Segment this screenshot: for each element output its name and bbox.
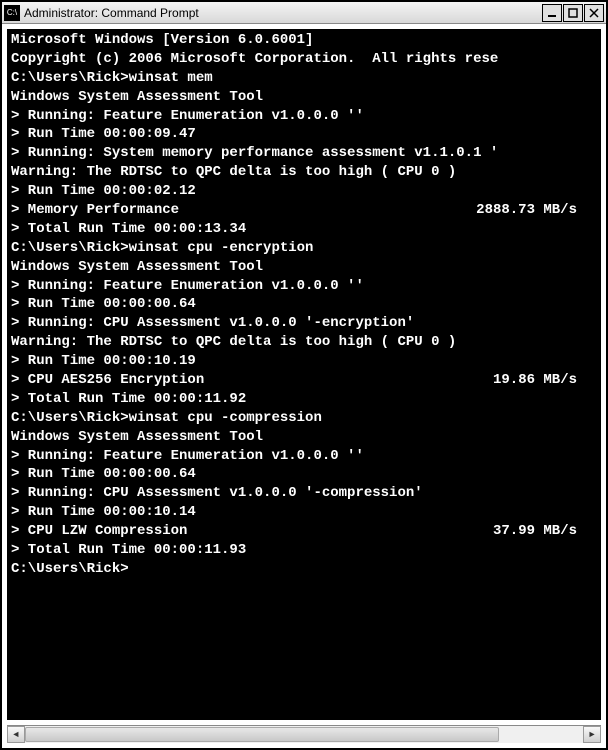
terminal-line: Copyright (c) 2006 Microsoft Corporation… [11, 50, 597, 69]
terminal-line: > Run Time 00:00:00.64 [11, 465, 597, 484]
terminal-line: C:\Users\Rick> [11, 560, 597, 579]
horizontal-scrollbar[interactable]: ◄ ► [7, 725, 601, 743]
terminal-line: > Memory Performance2888.73 MB/s [11, 201, 597, 220]
terminal-output[interactable]: Microsoft Windows [Version 6.0.6001]Copy… [7, 29, 601, 720]
terminal-line: > Running: CPU Assessment v1.0.0.0 '-com… [11, 484, 597, 503]
terminal-line: C:\Users\Rick>winsat cpu -encryption [11, 239, 597, 258]
cmd-icon: C:\ [4, 5, 20, 21]
scroll-track[interactable] [25, 726, 583, 743]
window-controls [541, 4, 604, 22]
terminal-line: Warning: The RDTSC to QPC delta is too h… [11, 163, 597, 182]
terminal-line: > Run Time 00:00:02.12 [11, 182, 597, 201]
terminal-line: Microsoft Windows [Version 6.0.6001] [11, 31, 597, 50]
command-prompt-window: C:\ Administrator: Command Prompt Micros… [0, 0, 608, 750]
scroll-left-button[interactable]: ◄ [7, 726, 25, 743]
terminal-line: C:\Users\Rick>winsat cpu -compression [11, 409, 597, 428]
terminal-line: > Running: Feature Enumeration v1.0.0.0 … [11, 447, 597, 466]
terminal-line: Windows System Assessment Tool [11, 88, 597, 107]
terminal-line: > Running: Feature Enumeration v1.0.0.0 … [11, 277, 597, 296]
minimize-icon [547, 8, 557, 18]
maximize-button[interactable] [563, 4, 583, 22]
terminal-line: C:\Users\Rick>winsat mem [11, 69, 597, 88]
terminal-line: Windows System Assessment Tool [11, 428, 597, 447]
maximize-icon [568, 8, 578, 18]
scroll-right-button[interactable]: ► [583, 726, 601, 743]
titlebar[interactable]: C:\ Administrator: Command Prompt [2, 2, 606, 24]
close-button[interactable] [584, 4, 604, 22]
terminal-line: Windows System Assessment Tool [11, 258, 597, 277]
terminal-line: > Total Run Time 00:00:13.34 [11, 220, 597, 239]
terminal-line: > Running: System memory performance ass… [11, 144, 597, 163]
terminal-line: > Run Time 00:00:00.64 [11, 295, 597, 314]
terminal-line: Warning: The RDTSC to QPC delta is too h… [11, 333, 597, 352]
terminal-line: > CPU LZW Compression37.99 MB/s [11, 522, 597, 541]
scroll-thumb[interactable] [25, 727, 499, 742]
terminal-line: > Run Time 00:00:10.19 [11, 352, 597, 371]
close-icon [589, 8, 599, 18]
terminal-line: > CPU AES256 Encryption19.86 MB/s [11, 371, 597, 390]
terminal-line: > Total Run Time 00:00:11.93 [11, 541, 597, 560]
window-title: Administrator: Command Prompt [24, 6, 541, 20]
terminal-line: > Run Time 00:00:10.14 [11, 503, 597, 522]
terminal-line: > Run Time 00:00:09.47 [11, 125, 597, 144]
terminal-line: > Running: Feature Enumeration v1.0.0.0 … [11, 107, 597, 126]
terminal-line: > Running: CPU Assessment v1.0.0.0 '-enc… [11, 314, 597, 333]
terminal-line: > Total Run Time 00:00:11.92 [11, 390, 597, 409]
minimize-button[interactable] [542, 4, 562, 22]
